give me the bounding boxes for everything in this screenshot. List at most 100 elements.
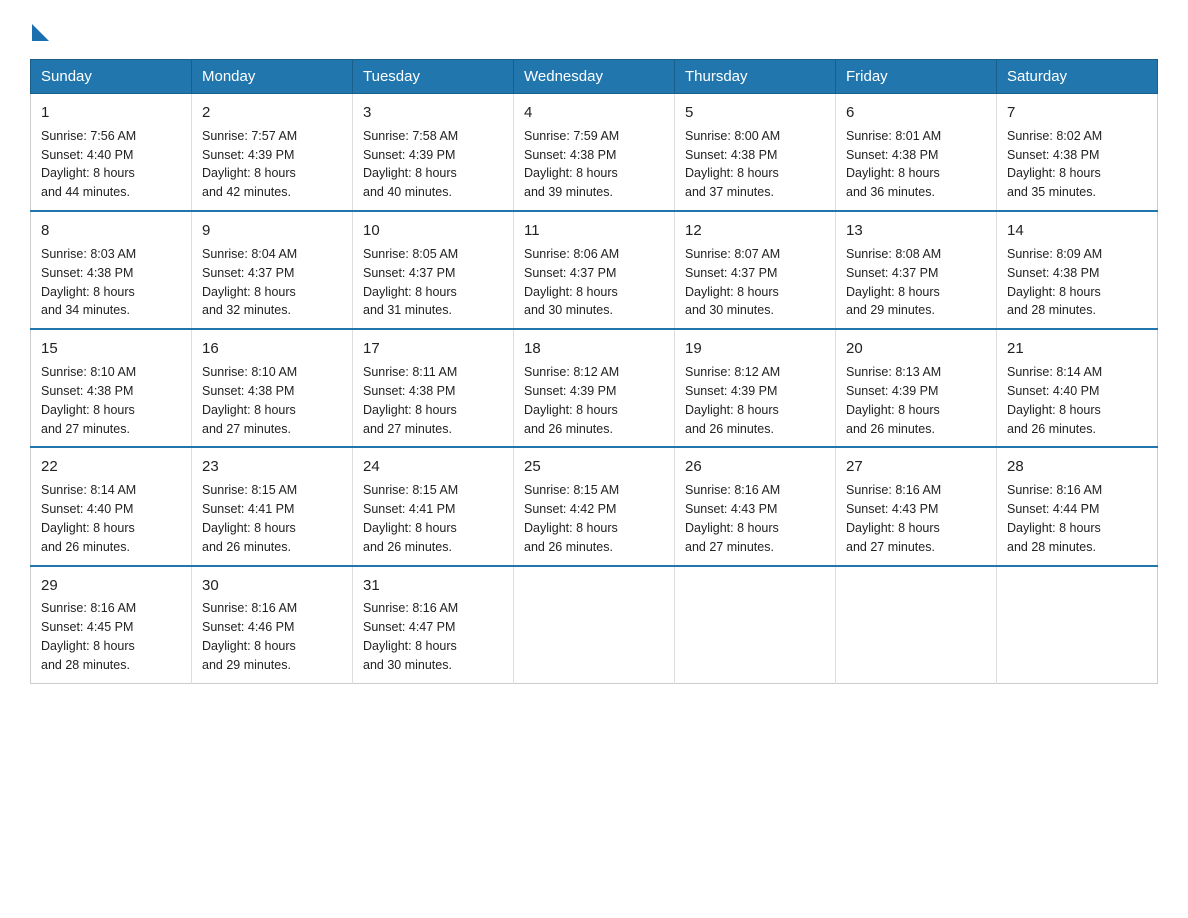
day-cell: 7 Sunrise: 8:02 AMSunset: 4:38 PMDaylight…	[997, 94, 1158, 212]
day-cell: 18 Sunrise: 8:12 AMSunset: 4:39 PMDayligh…	[514, 329, 675, 447]
header-wednesday: Wednesday	[514, 60, 675, 94]
day-cell: 14 Sunrise: 8:09 AMSunset: 4:38 PMDayligh…	[997, 211, 1158, 329]
day-number: 25	[524, 456, 664, 478]
day-info: Sunrise: 8:06 AMSunset: 4:37 PMDaylight:…	[524, 247, 619, 318]
day-cell: 17 Sunrise: 8:11 AMSunset: 4:38 PMDayligh…	[353, 329, 514, 447]
week-row-4: 22Sunrise: 8:14 AMSunset: 4:40 PMDayligh…	[31, 447, 1158, 565]
day-number: 15	[41, 338, 181, 360]
day-number: 9	[202, 220, 342, 242]
day-number: 30	[202, 575, 342, 597]
day-cell: 30 Sunrise: 8:16 AMSunset: 4:46 PMDayligh…	[192, 566, 353, 684]
day-number: 17	[363, 338, 503, 360]
day-cell: 20 Sunrise: 8:13 AMSunset: 4:39 PMDayligh…	[836, 329, 997, 447]
day-cell	[997, 566, 1158, 684]
day-number: 4	[524, 102, 664, 124]
day-info: Sunrise: 7:58 AMSunset: 4:39 PMDaylight:…	[363, 129, 458, 200]
day-info: Sunrise: 8:09 AMSunset: 4:38 PMDaylight:…	[1007, 247, 1102, 318]
day-number: 14	[1007, 220, 1147, 242]
day-cell: 11 Sunrise: 8:06 AMSunset: 4:37 PMDayligh…	[514, 211, 675, 329]
day-info: Sunrise: 7:59 AMSunset: 4:38 PMDaylight:…	[524, 129, 619, 200]
day-cell: 9 Sunrise: 8:04 AMSunset: 4:37 PMDaylight…	[192, 211, 353, 329]
day-cell: 22Sunrise: 8:14 AMSunset: 4:40 PMDayligh…	[31, 447, 192, 565]
day-number: 23	[202, 456, 342, 478]
day-cell: 5 Sunrise: 8:00 AMSunset: 4:38 PMDaylight…	[675, 94, 836, 212]
day-info: Sunrise: 8:13 AMSunset: 4:39 PMDaylight:…	[846, 365, 941, 436]
header-monday: Monday	[192, 60, 353, 94]
day-cell: 10Sunrise: 8:05 AMSunset: 4:37 PMDayligh…	[353, 211, 514, 329]
day-number: 13	[846, 220, 986, 242]
day-number: 2	[202, 102, 342, 124]
day-info: Sunrise: 8:04 AMSunset: 4:37 PMDaylight:…	[202, 247, 297, 318]
day-number: 29	[41, 575, 181, 597]
day-number: 12	[685, 220, 825, 242]
day-number: 27	[846, 456, 986, 478]
day-number: 28	[1007, 456, 1147, 478]
day-cell: 19Sunrise: 8:12 AMSunset: 4:39 PMDayligh…	[675, 329, 836, 447]
day-info: Sunrise: 8:10 AMSunset: 4:38 PMDaylight:…	[202, 365, 297, 436]
day-number: 21	[1007, 338, 1147, 360]
logo	[30, 20, 49, 41]
week-row-3: 15 Sunrise: 8:10 AMSunset: 4:38 PMDayligh…	[31, 329, 1158, 447]
day-number: 24	[363, 456, 503, 478]
day-info: Sunrise: 8:02 AMSunset: 4:38 PMDaylight:…	[1007, 129, 1102, 200]
day-number: 26	[685, 456, 825, 478]
day-number: 5	[685, 102, 825, 124]
day-cell: 2Sunrise: 7:57 AMSunset: 4:39 PMDaylight…	[192, 94, 353, 212]
day-cell: 15 Sunrise: 8:10 AMSunset: 4:38 PMDayligh…	[31, 329, 192, 447]
day-cell: 6 Sunrise: 8:01 AMSunset: 4:38 PMDaylight…	[836, 94, 997, 212]
day-info: Sunrise: 8:16 AMSunset: 4:46 PMDaylight:…	[202, 601, 297, 672]
day-info: Sunrise: 8:10 AMSunset: 4:38 PMDaylight:…	[41, 365, 136, 436]
day-info: Sunrise: 7:56 AMSunset: 4:40 PMDaylight:…	[41, 129, 136, 200]
day-info: Sunrise: 8:05 AMSunset: 4:37 PMDaylight:…	[363, 247, 458, 318]
day-cell: 27 Sunrise: 8:16 AMSunset: 4:43 PMDayligh…	[836, 447, 997, 565]
day-number: 18	[524, 338, 664, 360]
day-info: Sunrise: 8:03 AMSunset: 4:38 PMDaylight:…	[41, 247, 136, 318]
day-cell: 25 Sunrise: 8:15 AMSunset: 4:42 PMDayligh…	[514, 447, 675, 565]
day-info: Sunrise: 8:01 AMSunset: 4:38 PMDaylight:…	[846, 129, 941, 200]
day-info: Sunrise: 8:15 AMSunset: 4:41 PMDaylight:…	[363, 483, 458, 554]
week-row-1: 1 Sunrise: 7:56 AMSunset: 4:40 PMDaylight…	[31, 94, 1158, 212]
calendar-table: SundayMondayTuesdayWednesdayThursdayFrid…	[30, 59, 1158, 684]
day-number: 20	[846, 338, 986, 360]
day-number: 7	[1007, 102, 1147, 124]
day-info: Sunrise: 8:15 AMSunset: 4:42 PMDaylight:…	[524, 483, 619, 554]
header-friday: Friday	[836, 60, 997, 94]
header-saturday: Saturday	[997, 60, 1158, 94]
day-cell: 26 Sunrise: 8:16 AMSunset: 4:43 PMDayligh…	[675, 447, 836, 565]
day-info: Sunrise: 8:14 AMSunset: 4:40 PMDaylight:…	[41, 483, 136, 554]
day-number: 16	[202, 338, 342, 360]
day-info: Sunrise: 8:15 AMSunset: 4:41 PMDaylight:…	[202, 483, 297, 554]
day-info: Sunrise: 8:12 AMSunset: 4:39 PMDaylight:…	[685, 365, 780, 436]
day-number: 1	[41, 102, 181, 124]
day-info: Sunrise: 8:11 AMSunset: 4:38 PMDaylight:…	[363, 365, 457, 436]
day-number: 6	[846, 102, 986, 124]
day-cell	[836, 566, 997, 684]
day-info: Sunrise: 8:16 AMSunset: 4:43 PMDaylight:…	[685, 483, 780, 554]
header-sunday: Sunday	[31, 60, 192, 94]
day-info: Sunrise: 8:16 AMSunset: 4:44 PMDaylight:…	[1007, 483, 1102, 554]
day-info: Sunrise: 8:16 AMSunset: 4:47 PMDaylight:…	[363, 601, 458, 672]
day-info: Sunrise: 8:16 AMSunset: 4:43 PMDaylight:…	[846, 483, 941, 554]
day-info: Sunrise: 8:16 AMSunset: 4:45 PMDaylight:…	[41, 601, 136, 672]
week-row-2: 8 Sunrise: 8:03 AMSunset: 4:38 PMDaylight…	[31, 211, 1158, 329]
day-cell: 1 Sunrise: 7:56 AMSunset: 4:40 PMDaylight…	[31, 94, 192, 212]
day-number: 8	[41, 220, 181, 242]
day-info: Sunrise: 8:12 AMSunset: 4:39 PMDaylight:…	[524, 365, 619, 436]
day-cell: 12Sunrise: 8:07 AMSunset: 4:37 PMDayligh…	[675, 211, 836, 329]
day-cell	[675, 566, 836, 684]
logo-arrow-icon	[32, 24, 49, 41]
day-info: Sunrise: 8:14 AMSunset: 4:40 PMDaylight:…	[1007, 365, 1102, 436]
day-number: 31	[363, 575, 503, 597]
day-number: 3	[363, 102, 503, 124]
header-thursday: Thursday	[675, 60, 836, 94]
day-cell: 31 Sunrise: 8:16 AMSunset: 4:47 PMDayligh…	[353, 566, 514, 684]
day-cell	[514, 566, 675, 684]
day-cell: 4 Sunrise: 7:59 AMSunset: 4:38 PMDaylight…	[514, 94, 675, 212]
calendar-header-row: SundayMondayTuesdayWednesdayThursdayFrid…	[31, 60, 1158, 94]
day-cell: 13Sunrise: 8:08 AMSunset: 4:37 PMDayligh…	[836, 211, 997, 329]
day-cell: 23 Sunrise: 8:15 AMSunset: 4:41 PMDayligh…	[192, 447, 353, 565]
day-cell: 16 Sunrise: 8:10 AMSunset: 4:38 PMDayligh…	[192, 329, 353, 447]
day-cell: 28 Sunrise: 8:16 AMSunset: 4:44 PMDayligh…	[997, 447, 1158, 565]
day-info: Sunrise: 8:00 AMSunset: 4:38 PMDaylight:…	[685, 129, 780, 200]
day-number: 11	[524, 220, 664, 242]
